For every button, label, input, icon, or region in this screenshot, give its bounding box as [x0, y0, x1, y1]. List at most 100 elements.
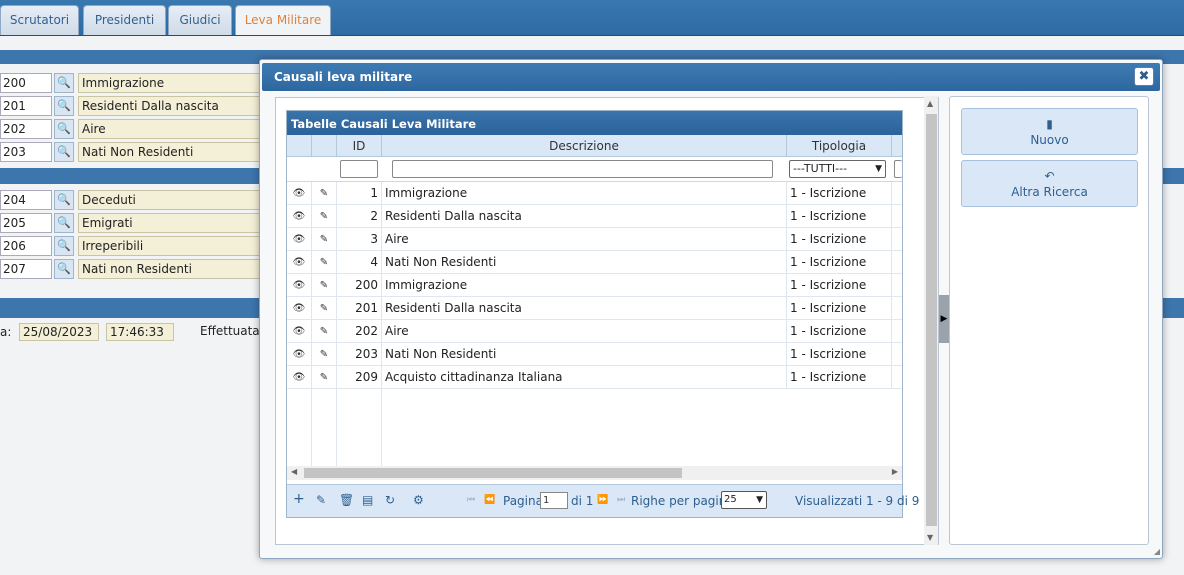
vertical-scrollbar[interactable]: ▲ ▼ [924, 96, 938, 545]
search-icon[interactable]: 🔍 [54, 236, 74, 256]
view-icon[interactable]: 👁 [287, 297, 312, 320]
rows-per-page-select[interactable]: 25 ▼ [721, 491, 767, 509]
view-icon[interactable]: 👁 [287, 343, 312, 366]
trash-icon[interactable]: 🗑 [339, 493, 354, 507]
tab-bar: Scrutatori Presidenti Giudici Leva Milit… [0, 0, 1184, 36]
table-row[interactable]: 👁 ✎ 3 Aire 1 - Iscrizione [287, 228, 902, 251]
edit-icon[interactable]: ✎ [312, 366, 337, 389]
header-id[interactable]: ID [337, 135, 382, 157]
cell-tipologia: 1 - Iscrizione [787, 251, 892, 274]
view-icon[interactable]: 👁 [287, 205, 312, 228]
edit-icon[interactable]: ✎ [312, 182, 337, 205]
scroll-left-icon[interactable]: ◀ [291, 467, 297, 476]
code-field[interactable]: 207 [0, 259, 52, 279]
edit-icon[interactable]: ✎ [312, 343, 337, 366]
edit-icon[interactable]: ✎ [312, 251, 337, 274]
search-icon[interactable]: 🔍 [54, 142, 74, 162]
time-field[interactable]: 17:46:33 [106, 323, 174, 341]
filter-descrizione-input[interactable] [392, 160, 773, 178]
tab-giudici[interactable]: Giudici [168, 5, 232, 35]
description-field: Irreperibili [78, 236, 268, 256]
tab-leva-militare[interactable]: Leva Militare [235, 5, 331, 35]
search-icon[interactable]: 🔍 [54, 119, 74, 139]
table-row[interactable]: 👁 ✎ 209 Acquisto cittadinanza Italiana 1 - I… [287, 366, 902, 389]
next-page-icon[interactable]: ⏩ [597, 495, 608, 505]
code-field[interactable]: 204 [0, 190, 52, 210]
table-row[interactable]: 👁 ✎ 1 Immigrazione 1 - Iscrizione [287, 182, 902, 205]
scrollbar-thumb[interactable] [926, 114, 937, 526]
first-page-icon[interactable]: ⏮ [467, 495, 475, 505]
description-field: Nati non Residenti [78, 259, 268, 279]
grid-caption: Tabelle Causali Leva Militare [287, 111, 902, 135]
edit-icon[interactable]: ✎ [312, 228, 337, 251]
edit-icon[interactable]: ✎ [312, 205, 337, 228]
edit-icon[interactable]: ✎ [316, 493, 326, 507]
header-descrizione[interactable]: Descrizione [382, 135, 787, 157]
prev-page-icon[interactable]: ⏪ [484, 495, 495, 505]
panel-collapse-handle[interactable]: ▶ [939, 295, 949, 343]
horizontal-scrollbar[interactable]: ◀ ▶ [287, 466, 902, 480]
scroll-down-icon[interactable]: ▼ [927, 533, 933, 542]
close-icon: ✖ [1138, 69, 1150, 84]
header-tipologia[interactable]: Tipologia [787, 135, 892, 157]
edit-icon[interactable]: ✎ [312, 274, 337, 297]
cell-tipologia: 1 - Iscrizione [787, 228, 892, 251]
cell-id: 2 [337, 205, 382, 228]
altra-ricerca-button[interactable]: ↶ Altra Ricerca [961, 160, 1138, 207]
tab-scrutatori[interactable]: Scrutatori [0, 5, 79, 35]
dialog-titlebar[interactable]: Causali leva militare ✖ [262, 63, 1160, 91]
table-row[interactable]: 👁 ✎ 2 Residenti Dalla nascita 1 - Iscrizione [287, 205, 902, 228]
table-row[interactable]: 👁 ✎ 203 Nati Non Residenti 1 - Iscrizione [287, 343, 902, 366]
cell-descrizione: Aire [382, 228, 787, 251]
filter-id-input[interactable] [340, 160, 378, 178]
filter-extra-input[interactable] [894, 160, 902, 178]
date-field[interactable]: 25/08/2023 [19, 323, 99, 341]
causali-grid: Tabelle Causali Leva Militare ID Descriz… [286, 110, 919, 518]
nuovo-button[interactable]: ▮ Nuovo [961, 108, 1138, 155]
search-icon[interactable]: 🔍 [54, 190, 74, 210]
nuovo-label: Nuovo [1030, 133, 1069, 147]
close-button[interactable]: ✖ [1134, 67, 1154, 86]
cell-id: 201 [337, 297, 382, 320]
tab-presidenti[interactable]: Presidenti [83, 5, 166, 35]
search-icon[interactable]: 🔍 [54, 96, 74, 116]
code-field[interactable]: 200 [0, 73, 52, 93]
records-summary: Visualizzati 1 - 9 di 9 [795, 494, 920, 508]
refresh-icon[interactable]: ↻ [385, 493, 395, 507]
code-field[interactable]: 202 [0, 119, 52, 139]
add-icon[interactable]: + [293, 491, 305, 507]
grid-header: ID Descrizione Tipologia [287, 135, 902, 157]
view-icon[interactable]: 👁 [287, 320, 312, 343]
search-icon[interactable]: 🔍 [54, 213, 74, 233]
view-icon[interactable]: 👁 [287, 228, 312, 251]
scroll-right-icon[interactable]: ▶ [892, 467, 898, 476]
header-edit-col [312, 135, 337, 157]
code-field[interactable]: 201 [0, 96, 52, 116]
table-row[interactable]: 👁 ✎ 200 Immigrazione 1 - Iscrizione [287, 274, 902, 297]
rows-per-page-value: 25 [724, 494, 737, 505]
last-page-icon[interactable]: ⏭ [617, 495, 625, 505]
search-icon[interactable]: 🔍 [54, 259, 74, 279]
filter-tipologia-select[interactable]: ---TUTTI--- ▼ [789, 160, 886, 178]
code-field[interactable]: 206 [0, 236, 52, 256]
code-field[interactable]: 203 [0, 142, 52, 162]
table-row[interactable]: 👁 ✎ 202 Aire 1 - Iscrizione [287, 320, 902, 343]
view-icon[interactable]: 👁 [287, 366, 312, 389]
scrollbar-thumb[interactable] [304, 468, 682, 478]
search-icon[interactable]: 🔍 [54, 73, 74, 93]
page-input[interactable]: 1 [540, 492, 568, 509]
scroll-up-icon[interactable]: ▲ [927, 99, 933, 108]
cell-id: 209 [337, 366, 382, 389]
table-row[interactable]: 👁 ✎ 201 Residenti Dalla nascita 1 - Iscrizio… [287, 297, 902, 320]
edit-icon[interactable]: ✎ [312, 320, 337, 343]
export-icon[interactable]: ▤ [362, 493, 373, 507]
resize-grip-icon[interactable]: ◢ [1154, 547, 1160, 556]
edit-icon[interactable]: ✎ [312, 297, 337, 320]
view-icon[interactable]: 👁 [287, 251, 312, 274]
cell-tipologia: 1 - Iscrizione [787, 366, 892, 389]
gear-icon[interactable]: ⚙ [413, 493, 424, 507]
table-row[interactable]: 👁 ✎ 4 Nati Non Residenti 1 - Iscrizione [287, 251, 902, 274]
view-icon[interactable]: 👁 [287, 182, 312, 205]
view-icon[interactable]: 👁 [287, 274, 312, 297]
code-field[interactable]: 205 [0, 213, 52, 233]
